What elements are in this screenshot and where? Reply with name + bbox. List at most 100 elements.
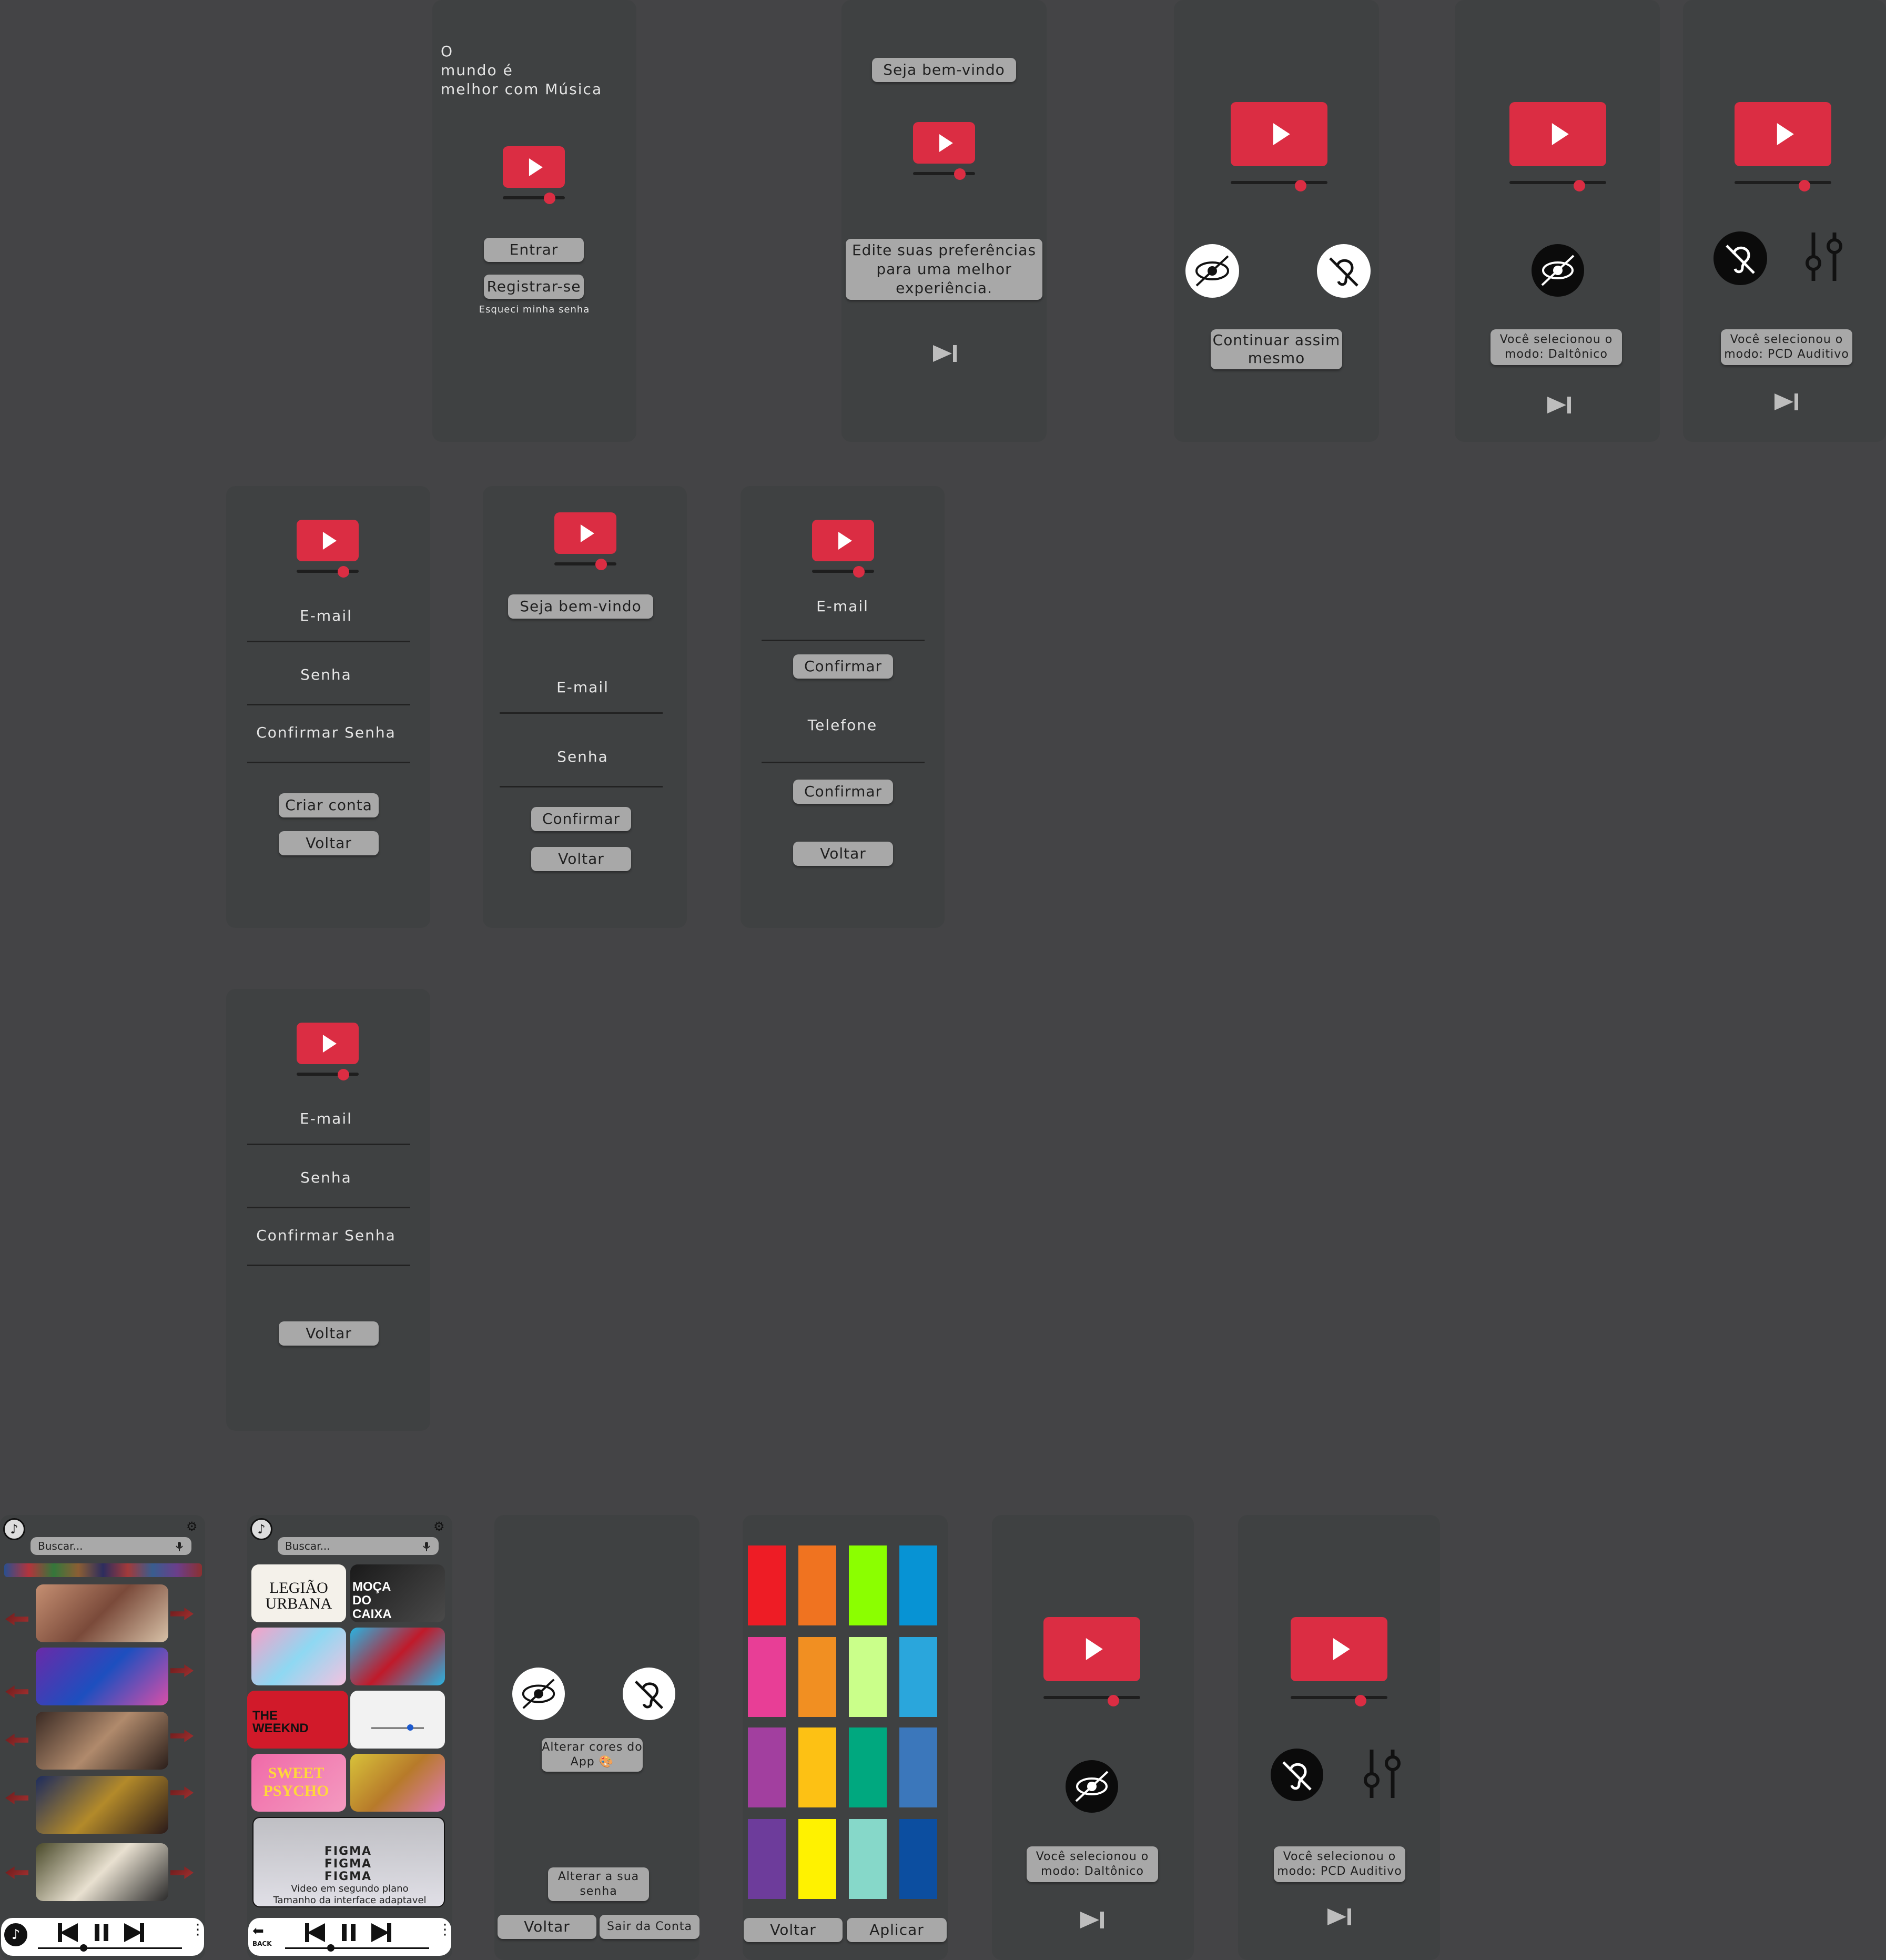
- video-overlay-card[interactable]: FIGMA FIGMA FIGMA Video em segundo plano…: [252, 1817, 445, 1907]
- register-button[interactable]: Registrar-se: [484, 275, 584, 299]
- video-thumbnail[interactable]: [36, 1843, 168, 1901]
- back-arrow-icon[interactable]: ⬅ BACK: [252, 1924, 273, 1947]
- video-thumbnail[interactable]: SWEET PSYCHO: [251, 1754, 346, 1812]
- progress-bar[interactable]: [285, 1947, 429, 1949]
- video-thumbnail[interactable]: MOÇA DO CAIXA: [350, 1564, 445, 1622]
- color-swatch[interactable]: [748, 1727, 786, 1807]
- create-account-button[interactable]: Criar conta: [279, 793, 379, 817]
- confirm-email-button[interactable]: Confirmar: [793, 654, 893, 679]
- arrow-right-icon[interactable]: [170, 1664, 194, 1677]
- change-password-button[interactable]: Alterar a sua senha: [548, 1867, 649, 1901]
- color-swatch[interactable]: [849, 1727, 887, 1807]
- gear-icon[interactable]: ⚙: [186, 1519, 198, 1534]
- arrow-right-icon[interactable]: [170, 1786, 194, 1799]
- color-swatch[interactable]: [798, 1819, 836, 1899]
- ear-off-icon[interactable]: [623, 1668, 675, 1720]
- previous-icon[interactable]: [57, 1922, 80, 1943]
- phone-field[interactable]: Telefone: [764, 716, 921, 734]
- password-field[interactable]: Senha: [247, 666, 405, 683]
- email-field[interactable]: E-mail: [504, 679, 662, 696]
- continue-button[interactable]: Continuar assim mesmo: [1211, 329, 1342, 369]
- arrow-left-icon[interactable]: [5, 1866, 28, 1879]
- pause-icon[interactable]: [94, 1923, 109, 1942]
- color-swatch[interactable]: [798, 1637, 836, 1717]
- back-button[interactable]: Voltar: [279, 1321, 379, 1346]
- mic-icon[interactable]: [422, 1541, 431, 1552]
- confirm-button[interactable]: Confirmar: [531, 807, 631, 831]
- email-field[interactable]: E-mail: [247, 1110, 405, 1127]
- color-swatch[interactable]: [899, 1637, 937, 1717]
- back-button[interactable]: Voltar: [744, 1918, 843, 1942]
- color-swatch[interactable]: [798, 1727, 836, 1807]
- change-colors-button[interactable]: Alterar cores do App 🎨: [542, 1738, 643, 1772]
- color-swatch[interactable]: [849, 1637, 887, 1717]
- color-swatch[interactable]: [798, 1545, 836, 1625]
- apply-button[interactable]: Aplicar: [847, 1918, 947, 1942]
- video-thumbnail[interactable]: [36, 1648, 168, 1705]
- color-swatch[interactable]: [899, 1545, 937, 1625]
- password-field[interactable]: Senha: [504, 748, 662, 765]
- video-thumbnail[interactable]: [36, 1712, 168, 1770]
- search-input[interactable]: Buscar...: [278, 1537, 439, 1555]
- eye-off-icon[interactable]: [512, 1668, 565, 1720]
- forgot-password-link[interactable]: Esqueci minha senha: [464, 304, 605, 315]
- next-icon[interactable]: [122, 1922, 145, 1943]
- back-button[interactable]: Voltar: [498, 1915, 596, 1939]
- music-note-icon[interactable]: ♪: [4, 1923, 27, 1946]
- color-swatch[interactable]: [849, 1545, 887, 1625]
- music-note-icon[interactable]: ♪: [3, 1518, 25, 1540]
- skip-next-icon[interactable]: [1078, 1908, 1108, 1932]
- video-thumbnail[interactable]: [350, 1691, 445, 1749]
- logout-button[interactable]: Sair da Conta: [600, 1915, 699, 1939]
- color-swatch[interactable]: [849, 1819, 887, 1899]
- confirm-password-field[interactable]: Confirmar Senha: [247, 724, 405, 741]
- skip-next-icon[interactable]: [1325, 1905, 1355, 1928]
- arrow-left-icon[interactable]: [5, 1734, 28, 1746]
- color-swatch[interactable]: [748, 1637, 786, 1717]
- music-note-icon[interactable]: ♪: [250, 1518, 272, 1540]
- search-input[interactable]: Buscar...: [31, 1537, 191, 1555]
- color-swatch[interactable]: [899, 1727, 937, 1807]
- category-strip[interactable]: [4, 1563, 202, 1577]
- color-swatch[interactable]: [899, 1819, 937, 1899]
- email-field[interactable]: E-mail: [247, 607, 405, 624]
- arrow-left-icon[interactable]: [5, 1792, 28, 1804]
- video-thumbnail[interactable]: [36, 1584, 168, 1642]
- arrow-right-icon[interactable]: [170, 1730, 194, 1742]
- more-options-icon[interactable]: ⋮: [190, 1922, 205, 1937]
- more-options-icon[interactable]: ⋮: [438, 1922, 452, 1937]
- gear-icon[interactable]: ⚙: [433, 1519, 445, 1534]
- email-field[interactable]: E-mail: [764, 598, 921, 615]
- eye-off-icon[interactable]: [1185, 244, 1239, 298]
- skip-next-icon[interactable]: [1772, 390, 1802, 413]
- arrow-right-icon[interactable]: [170, 1866, 194, 1879]
- password-field[interactable]: Senha: [247, 1169, 405, 1186]
- arrow-left-icon[interactable]: [5, 1685, 28, 1698]
- arrow-left-icon[interactable]: [5, 1613, 28, 1625]
- mic-icon[interactable]: [175, 1541, 184, 1552]
- video-thumbnail[interactable]: [251, 1628, 346, 1685]
- skip-next-icon[interactable]: [1545, 393, 1575, 417]
- back-button[interactable]: Voltar: [531, 847, 631, 871]
- video-thumbnail[interactable]: [350, 1628, 445, 1685]
- progress-handle[interactable]: [80, 1944, 87, 1952]
- next-icon[interactable]: [369, 1922, 392, 1943]
- enter-button[interactable]: Entrar: [484, 238, 584, 262]
- progress-bar[interactable]: [38, 1947, 182, 1949]
- arrow-right-icon[interactable]: [170, 1608, 194, 1620]
- video-thumbnail[interactable]: [350, 1754, 445, 1812]
- progress-handle[interactable]: [327, 1944, 334, 1952]
- video-thumbnail[interactable]: THE WEEKND: [247, 1691, 348, 1749]
- back-button[interactable]: Voltar: [279, 831, 379, 855]
- skip-next-icon[interactable]: [931, 342, 960, 365]
- previous-icon[interactable]: [304, 1922, 327, 1943]
- back-button[interactable]: Voltar: [793, 842, 893, 866]
- confirm-phone-button[interactable]: Confirmar: [793, 780, 893, 804]
- video-thumbnail[interactable]: [36, 1776, 168, 1834]
- video-thumbnail[interactable]: LEGIÃO URBANA: [251, 1564, 346, 1622]
- pause-icon[interactable]: [341, 1923, 357, 1942]
- color-swatch[interactable]: [748, 1819, 786, 1899]
- confirm-password-field[interactable]: Confirmar Senha: [247, 1227, 405, 1244]
- ear-off-icon[interactable]: [1317, 244, 1371, 298]
- color-swatch[interactable]: [748, 1545, 786, 1625]
